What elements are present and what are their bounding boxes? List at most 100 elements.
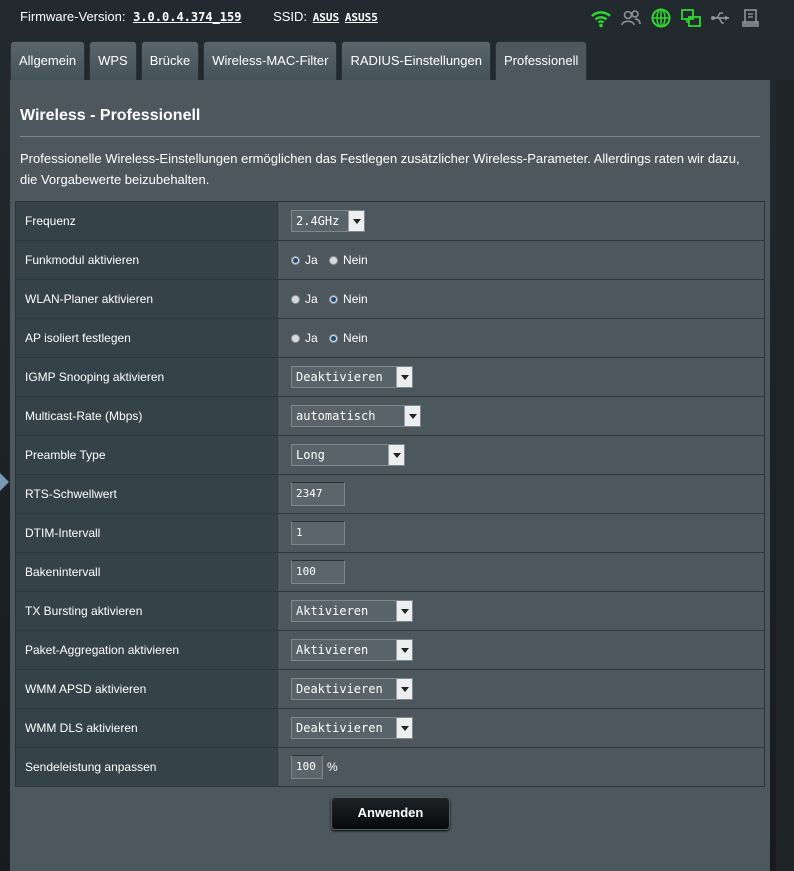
wlan-scheduler-label: WLAN-Planer aktivieren: [15, 279, 278, 319]
chevron-down-icon: [396, 601, 412, 621]
tx-bursting-select[interactable]: Aktivieren: [291, 600, 413, 622]
table-row: Funkmodul aktivieren Ja Nein: [15, 240, 765, 280]
radio-enable-no[interactable]: Nein: [329, 253, 368, 267]
igmp-snooping-select[interactable]: Deaktivieren: [291, 366, 413, 388]
ap-isolated-label: AP isoliert festlegen: [15, 318, 278, 358]
ssid-2g-link[interactable]: ASUS: [313, 11, 340, 24]
scrollbar[interactable]: [776, 80, 794, 871]
rts-threshold-input[interactable]: 2347: [291, 482, 345, 506]
radio-button-checked: [329, 333, 339, 343]
side-collapse-arrow-icon[interactable]: [0, 473, 9, 491]
tx-power-unit: %: [327, 760, 338, 774]
page-description: Professionelle Wireless-Einstellungen er…: [20, 151, 740, 187]
chevron-down-icon: [348, 211, 364, 231]
wlan-scheduler-yes[interactable]: Ja: [291, 292, 318, 306]
wifi-icon[interactable]: [590, 7, 612, 29]
settings-tabs: Allgemein WPS Brücke Wireless-MAC-Filter…: [10, 41, 588, 80]
dtim-interval-label: DTIM-Intervall: [15, 513, 278, 553]
igmp-snooping-value: Deaktivieren: [296, 370, 383, 384]
wmm-apsd-value: Deaktivieren: [296, 682, 383, 696]
usb-icon[interactable]: [710, 7, 732, 29]
table-row: Multicast-Rate (Mbps) automatisch: [15, 396, 765, 436]
firmware-version-link[interactable]: 3.0.0.4.374_159: [133, 10, 241, 24]
preamble-type-value: Long: [296, 448, 325, 462]
chevron-down-icon: [404, 406, 420, 426]
ssid-label: SSID:: [273, 9, 308, 24]
tab-wireless-mac-filter[interactable]: Wireless-MAC-Filter: [203, 41, 338, 80]
rts-threshold-label: RTS-Schwellwert: [15, 474, 278, 514]
multicast-rate-label: Multicast-Rate (Mbps): [15, 396, 278, 436]
radio-button-checked: [329, 294, 339, 304]
preamble-type-label: Preamble Type: [15, 435, 278, 475]
tab-bruecke[interactable]: Brücke: [140, 41, 200, 80]
wlan-scheduler-no[interactable]: Nein: [329, 292, 368, 306]
tx-power-label: Sendeleistung anpassen: [15, 747, 278, 787]
table-row: WMM APSD aktivieren Deaktivieren: [15, 669, 765, 709]
firmware-info: Firmware-Version: 3.0.0.4.374_159 SSID: …: [20, 9, 378, 24]
radio-enable-label: Funkmodul aktivieren: [15, 240, 278, 280]
radio-button-unchecked: [329, 255, 339, 265]
table-row: TX Bursting aktivieren Aktivieren: [15, 591, 765, 631]
wmm-dls-select[interactable]: Deaktivieren: [291, 717, 413, 739]
status-icons: [590, 7, 762, 29]
table-row: IGMP Snooping aktivieren Deaktivieren: [15, 357, 765, 397]
radio-button-unchecked: [291, 294, 300, 304]
wmm-apsd-label: WMM APSD aktivieren: [15, 669, 278, 709]
wmm-apsd-select[interactable]: Deaktivieren: [291, 678, 413, 700]
radio-label: Nein: [343, 292, 368, 307]
network-icon[interactable]: [680, 7, 702, 29]
internet-globe-icon[interactable]: [650, 7, 672, 29]
packet-aggregation-value: Aktivieren: [296, 643, 369, 657]
table-row: Sendeleistung anpassen 100%: [15, 747, 765, 787]
multicast-rate-value: automatisch: [296, 409, 376, 423]
chevron-down-icon: [396, 367, 412, 387]
printer-icon[interactable]: [740, 7, 762, 29]
chevron-down-icon: [396, 679, 412, 699]
ssid-5g-link[interactable]: ASUS5: [345, 11, 378, 24]
table-row: WLAN-Planer aktivieren Ja Nein: [15, 279, 765, 319]
frequency-value: 2.4GHz: [296, 214, 340, 228]
tab-professionell[interactable]: Professionell: [494, 41, 588, 80]
chevron-down-icon: [396, 640, 412, 660]
tx-power-input[interactable]: 100: [291, 755, 323, 779]
frequency-select[interactable]: 2.4GHz: [291, 210, 365, 232]
chevron-down-icon: [396, 718, 412, 738]
radio-label: Ja: [305, 331, 318, 346]
tab-wps[interactable]: WPS: [89, 41, 137, 80]
tx-bursting-label: TX Bursting aktivieren: [15, 591, 278, 631]
tab-allgemein[interactable]: Allgemein: [10, 41, 86, 80]
radio-button-checked: [291, 255, 300, 265]
tx-bursting-value: Aktivieren: [296, 604, 369, 618]
main-panel: Wireless - Professionell Professionelle …: [10, 80, 770, 871]
frequency-label: Frequenz: [15, 201, 278, 241]
multicast-rate-select[interactable]: automatisch: [291, 405, 421, 427]
wmm-dls-label: WMM DLS aktivieren: [15, 708, 278, 748]
radio-button-unchecked: [291, 333, 300, 343]
radio-label: Ja: [305, 292, 318, 307]
apply-button[interactable]: Anwenden: [331, 797, 450, 830]
firmware-label: Firmware-Version:: [20, 9, 126, 24]
radio-label: Nein: [343, 331, 368, 346]
users-icon[interactable]: [620, 7, 642, 29]
table-row: DTIM-Intervall 1: [15, 513, 765, 553]
settings-table: Frequenz 2.4GHz Funkmodul aktivieren Ja …: [15, 201, 765, 787]
page-title: Wireless - Professionell: [20, 107, 201, 124]
ap-isolated-no[interactable]: Nein: [329, 331, 368, 345]
wmm-dls-value: Deaktivieren: [296, 721, 383, 735]
igmp-snooping-label: IGMP Snooping aktivieren: [15, 357, 278, 397]
packet-aggregation-label: Paket-Aggregation aktivieren: [15, 630, 278, 670]
ap-isolated-yes[interactable]: Ja: [291, 331, 318, 345]
table-row: AP isoliert festlegen Ja Nein: [15, 318, 765, 358]
top-status-bar: Firmware-Version: 3.0.0.4.374_159 SSID: …: [0, 0, 794, 36]
radio-enable-yes[interactable]: Ja: [291, 253, 318, 267]
table-row: Preamble Type Long: [15, 435, 765, 475]
table-row: WMM DLS aktivieren Deaktivieren: [15, 708, 765, 748]
beacon-interval-input[interactable]: 100: [291, 560, 345, 584]
tab-radius-einstellungen[interactable]: RADIUS-Einstellungen: [341, 41, 491, 80]
packet-aggregation-select[interactable]: Aktivieren: [291, 639, 413, 661]
radio-label: Ja: [305, 253, 318, 268]
dtim-interval-input[interactable]: 1: [291, 521, 345, 545]
radio-label: Nein: [343, 253, 368, 268]
preamble-type-select[interactable]: Long: [291, 444, 405, 466]
chevron-down-icon: [388, 445, 404, 465]
